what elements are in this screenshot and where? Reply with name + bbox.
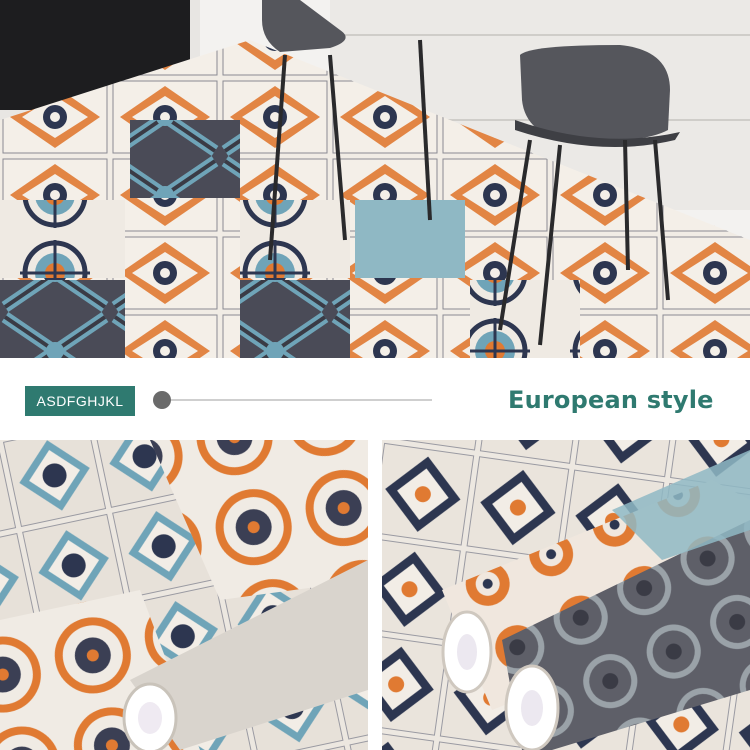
right-tile-illustration (382, 440, 750, 750)
left-tile-closeup-photo (0, 440, 368, 750)
brand-badge: ASDFGHJKL (25, 386, 135, 416)
right-tile-rolls-photo (382, 440, 750, 750)
left-tile-illustration (0, 440, 368, 750)
style-headline: European style (508, 386, 714, 414)
slider-handle[interactable] (153, 391, 171, 409)
hero-floor-illustration (0, 0, 750, 358)
hero-kitchen-floor-photo (0, 0, 750, 358)
slider-track[interactable] (168, 399, 432, 401)
